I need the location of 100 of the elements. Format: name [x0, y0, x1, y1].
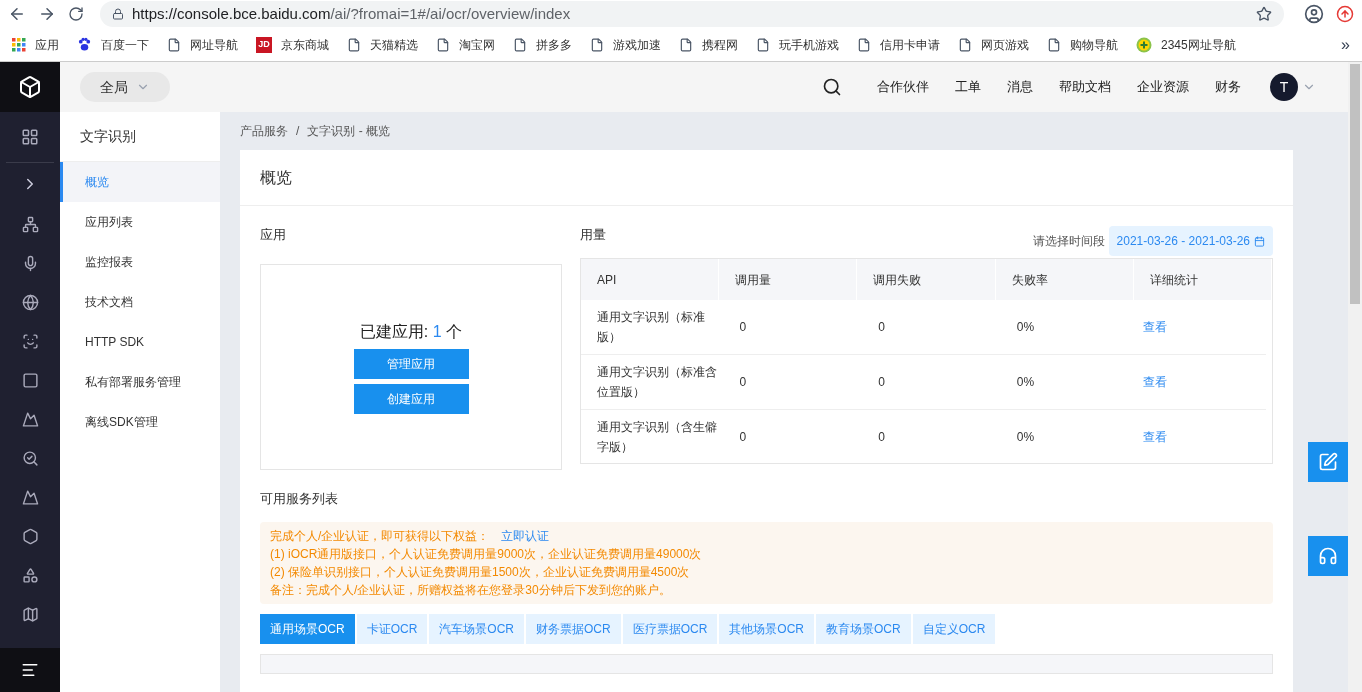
sidebar-item[interactable]: 应用列表 — [60, 202, 220, 242]
page-icon — [958, 37, 972, 52]
notice-text: (2) 保险单识别接口，个人认证免费调用量1500次，企业认证免费调用量4500次 — [270, 564, 691, 581]
sidebar-item[interactable]: 私有部署服务管理 — [60, 362, 220, 402]
breadcrumb-separator: / — [296, 123, 300, 140]
column-header: 失败率 — [995, 259, 1134, 300]
column-header: API — [581, 259, 720, 300]
bookmark-link[interactable]: 携程网 — [679, 35, 738, 54]
column-header: 调用失败 — [857, 259, 996, 300]
bookmark-link[interactable]: 信用卡申请 — [857, 35, 940, 54]
scrollbar[interactable] — [1348, 62, 1362, 692]
verify-link[interactable]: 立即认证 — [501, 527, 550, 545]
top-nav-link[interactable]: 企业资源 — [1137, 77, 1189, 97]
page-icon — [679, 37, 693, 52]
face-scan-icon[interactable] — [21, 333, 39, 350]
top-nav-link[interactable]: 消息 — [1007, 77, 1033, 97]
edit-button[interactable] — [1308, 442, 1348, 482]
nodes-icon[interactable] — [21, 216, 39, 233]
bookmark-link[interactable]: 2345网址导航 — [1136, 35, 1236, 54]
edit-icon — [1318, 452, 1338, 472]
table-cell-text: 0 — [738, 374, 748, 391]
top-nav-link[interactable]: 财务 — [1215, 77, 1241, 97]
page-icon — [513, 37, 527, 52]
landscape-icon[interactable] — [21, 489, 39, 506]
hexagon-icon[interactable] — [21, 528, 39, 545]
bookmark-link[interactable]: 应用 — [12, 35, 59, 54]
section-title: 可用服务列表 — [260, 490, 339, 509]
section-title: 应用 — [260, 226, 287, 245]
page-icon — [857, 37, 871, 52]
page-icon — [167, 37, 181, 52]
column-header: 详细统计 — [1133, 259, 1272, 300]
headset-icon — [1318, 546, 1338, 566]
more-bookmarks-button[interactable]: » — [1341, 32, 1350, 57]
jd-logo-icon: JD — [256, 36, 272, 53]
search-icon[interactable] — [822, 77, 842, 97]
column-header: 调用量 — [719, 259, 858, 300]
top-nav-link[interactable]: 帮助文档 — [1059, 77, 1111, 97]
table-cell-text: 通用文字识别（含生僻字版） — [596, 419, 718, 456]
forward-button[interactable] — [38, 5, 56, 23]
notice-text: (1) iOCR通用版接口，个人认证免费调用量9000次，企业认证免费调用量49000次 — [270, 546, 703, 563]
url-text: https://console.bce.baidu.com/ai/?fromai=1#/ai/ocr/overview/index — [132, 3, 571, 24]
apps-grid-icon — [12, 37, 26, 52]
shapes-icon[interactable] — [21, 567, 39, 584]
back-button[interactable] — [8, 5, 26, 23]
bookmark-link[interactable]: 百度一下 — [77, 35, 149, 54]
breadcrumb-link[interactable]: 产品服务 — [240, 122, 288, 140]
bookmark-link[interactable]: 游戏加速 — [590, 35, 661, 54]
table-cell-text: 0% — [1015, 319, 1036, 336]
notice-text: 备注：完成个人/企业认证，所赠权益将在您登录30分钟后下发到您的账户。 — [270, 582, 672, 599]
table-cell-text: 0% — [1015, 374, 1036, 391]
view-link[interactable]: 查看 — [1143, 428, 1168, 446]
cube-logo-icon — [18, 75, 42, 99]
sidebar-item[interactable]: 技术文档 — [60, 282, 220, 322]
page-icon — [347, 37, 361, 52]
bookmark-link[interactable]: 购物导航 — [1047, 35, 1118, 54]
section-title: 用量 — [580, 226, 606, 245]
map-icon[interactable] — [21, 606, 39, 623]
view-link[interactable]: 查看 — [1143, 373, 1168, 391]
user-avatar[interactable]: T — [1270, 73, 1298, 101]
paw-icon — [77, 37, 92, 52]
bookmark-link[interactable]: JD 京东商城 — [256, 35, 329, 54]
bookmark-link[interactable]: 淘宝网 — [436, 35, 495, 54]
page-icon — [1047, 37, 1061, 52]
menu-icon — [21, 661, 39, 679]
table-cell-text: 通用文字识别（标准版） — [596, 309, 706, 346]
page-icon — [436, 37, 450, 52]
scope-dropdown[interactable]: 全局 — [80, 72, 170, 102]
profile-icon[interactable] — [1304, 4, 1324, 24]
globe-icon[interactable] — [21, 294, 39, 311]
bookmark-link[interactable]: 玩手机游戏 — [756, 35, 839, 54]
plus-globe-icon — [1136, 36, 1152, 53]
date-range-label: 请选择时间段 — [1032, 233, 1105, 250]
address-bar[interactable]: https://console.bce.baidu.com/ai/?fromai=1#/ai/ocr/overview/index — [100, 1, 1284, 27]
calendar-icon — [1254, 235, 1265, 247]
sidebar-item[interactable]: 监控报表 — [60, 242, 220, 282]
sidebar-item[interactable]: HTTP SDK — [60, 322, 220, 362]
table-cell-text: 0 — [877, 319, 886, 336]
table-cell-text: 0 — [738, 429, 748, 446]
breadcrumb-current: 文字识别 - 概览 — [307, 123, 390, 140]
view-link[interactable]: 查看 — [1143, 318, 1168, 336]
bookmark-star-icon[interactable] — [1256, 6, 1272, 22]
reload-button[interactable] — [68, 6, 84, 22]
menu-tile[interactable] — [0, 648, 60, 692]
table-cell-text: 0 — [738, 319, 748, 336]
extension-icon[interactable] — [1336, 5, 1354, 23]
bookmark-link[interactable]: 网址导航 — [167, 35, 238, 54]
bookmark-link[interactable]: 网页游戏 — [958, 35, 1029, 54]
page-title: 概览 — [240, 150, 1293, 206]
notice-text: 完成个人/企业认证，即可获得以下权益： — [270, 528, 490, 545]
bookmark-link[interactable]: 天猫精选 — [347, 35, 418, 54]
bookmark-link[interactable]: 拼多多 — [513, 35, 572, 54]
top-nav-link[interactable]: 工单 — [955, 77, 981, 97]
table-cell-text: 0% — [1015, 429, 1036, 446]
grid-icon[interactable] — [21, 128, 39, 146]
table-cell-text: 通用文字识别（标准含位置版） — [596, 364, 718, 401]
sidebar-item[interactable]: 离线SDK管理 — [60, 402, 220, 442]
apps-count-text: 已建应用: 1 个 — [359, 322, 463, 342]
lock-icon — [112, 8, 124, 20]
top-nav-link[interactable]: 合作伙伴 — [877, 77, 929, 97]
support-button[interactable] — [1308, 536, 1348, 576]
